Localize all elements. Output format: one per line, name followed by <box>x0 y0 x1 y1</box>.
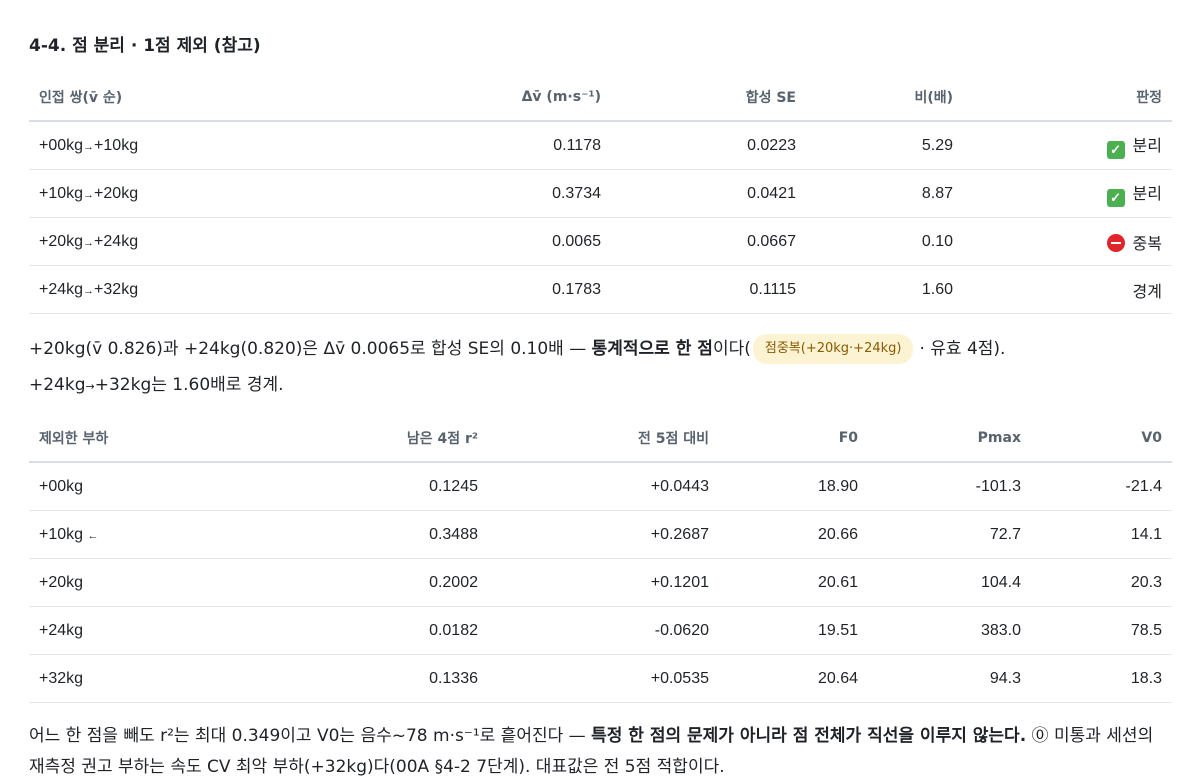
se-cell: 0.0223 <box>611 121 806 170</box>
dv-cell: 0.0065 <box>289 217 611 266</box>
pmax-cell: 383.0 <box>868 606 1031 655</box>
col-header-delta: 전 5점 대비 <box>488 415 719 463</box>
load-cell: +00kg <box>29 462 229 511</box>
f0-cell: 19.51 <box>719 606 868 655</box>
delta-cell: +0.0535 <box>488 654 719 703</box>
r2-cell: 0.2002 <box>229 558 488 607</box>
table-row: +32kg 0.1336 +0.0535 20.64 94.3 18.3 <box>29 654 1172 703</box>
best-marker: ← <box>87 529 99 542</box>
delta-cell: -0.0620 <box>488 606 719 655</box>
check-icon: ✓ <box>1106 141 1125 159</box>
delta-cell: +0.0443 <box>488 462 719 511</box>
v0-cell: 18.3 <box>1031 654 1172 703</box>
overlap-badge: 점중복(+20kg·+24kg) <box>752 334 914 364</box>
ratio-cell: 8.87 <box>806 169 963 218</box>
col-header-ratio: 비(배) <box>806 74 963 122</box>
se-cell: 0.0667 <box>611 217 806 266</box>
table-row: +24kg 0.0182 -0.0620 19.51 383.0 78.5 <box>29 606 1172 655</box>
f0-cell: 18.90 <box>719 462 868 511</box>
dv-cell: 0.3734 <box>289 169 611 218</box>
dv-cell: 0.1783 <box>289 265 611 314</box>
verdict-cell: ✓ 분리 <box>963 169 1172 218</box>
ratio-cell: 5.29 <box>806 121 963 170</box>
col-header-verdict: 판정 <box>963 74 1172 122</box>
table-header-row: 제외한 부하 남은 4점 r² 전 5점 대비 F0 Pmax V0 <box>29 415 1172 463</box>
col-header-excluded-load: 제외한 부하 <box>29 415 229 463</box>
section-title: 4-4. 점 분리 · 1점 제외 (참고) <box>29 36 261 56</box>
col-header-pmax: Pmax <box>868 415 1031 463</box>
pair-cell: +24kg→+32kg <box>29 265 289 314</box>
verdict-cell: 중복 <box>963 217 1172 266</box>
note-line-1: +20kg(v̄ 0.826)과 +24kg(0.820)은 Δv̄ 0.006… <box>29 331 1172 367</box>
col-header-v0: V0 <box>1031 415 1172 463</box>
note-line-2: +24kg→+32kg는 1.60배로 경계. <box>29 375 284 395</box>
v0-cell: 20.3 <box>1031 558 1172 607</box>
v0-cell: 14.1 <box>1031 510 1172 559</box>
v0-cell: -21.4 <box>1031 462 1172 511</box>
ratio-cell: 1.60 <box>806 265 963 314</box>
delta-cell: +0.2687 <box>488 510 719 559</box>
col-header-se: 합성 SE <box>611 74 806 122</box>
separation-table: 인접 쌍(v̄ 순) Δv̄ (m·s⁻¹) 합성 SE 비(배) 판정 +00… <box>29 74 1172 314</box>
se-cell: 0.0421 <box>611 169 806 218</box>
col-header-pair: 인접 쌍(v̄ 순) <box>29 74 289 122</box>
verdict-cell: ✓ 분리 <box>963 121 1172 170</box>
check-icon: ✓ <box>1106 189 1125 207</box>
pmax-cell: 72.7 <box>868 510 1031 559</box>
load-cell: +24kg <box>29 606 229 655</box>
table-row: +20kg→+24kg 0.0065 0.0667 0.10 중복 <box>29 217 1172 266</box>
pair-cell: +00kg→+10kg <box>29 121 289 170</box>
exclusion-table: 제외한 부하 남은 4점 r² 전 5점 대비 F0 Pmax V0 +00kg… <box>29 415 1172 703</box>
table-row: +00kg 0.1245 +0.0443 18.90 -101.3 -21.4 <box>29 462 1172 511</box>
table-row: +10kg→+20kg 0.3734 0.0421 8.87 ✓ 분리 <box>29 169 1172 218</box>
load-cell: +10kg ← <box>29 510 229 559</box>
delta-cell: +0.1201 <box>488 558 719 607</box>
table-header-row: 인접 쌍(v̄ 순) Δv̄ (m·s⁻¹) 합성 SE 비(배) 판정 <box>29 74 1172 122</box>
load-cell: +32kg <box>29 654 229 703</box>
table-row: +20kg 0.2002 +0.1201 20.61 104.4 20.3 <box>29 558 1172 607</box>
f0-cell: 20.64 <box>719 654 868 703</box>
exclusion-note: 어느 한 점을 빼도 r²는 최대 0.349이고 V0는 음수~78 m·s⁻… <box>29 726 1154 777</box>
separation-note: +20kg(v̄ 0.826)과 +24kg(0.820)은 Δv̄ 0.006… <box>29 331 1172 405</box>
r2-cell: 0.1336 <box>229 654 488 703</box>
r2-cell: 0.1245 <box>229 462 488 511</box>
r2-cell: 0.0182 <box>229 606 488 655</box>
dv-cell: 0.1178 <box>289 121 611 170</box>
col-header-f0: F0 <box>719 415 868 463</box>
col-header-r2: 남은 4점 r² <box>229 415 488 463</box>
f0-cell: 20.61 <box>719 558 868 607</box>
f0-cell: 20.66 <box>719 510 868 559</box>
pmax-cell: 94.3 <box>868 654 1031 703</box>
se-cell: 0.1115 <box>611 265 806 314</box>
pmax-cell: -101.3 <box>868 462 1031 511</box>
verdict-cell: 경계 <box>963 265 1172 314</box>
table-row: +24kg→+32kg 0.1783 0.1115 1.60 경계 <box>29 265 1172 314</box>
stop-icon <box>1106 233 1125 252</box>
table-row: +00kg→+10kg 0.1178 0.0223 5.29 ✓ 분리 <box>29 121 1172 170</box>
table-row: +10kg ← 0.3488 +0.2687 20.66 72.7 14.1 <box>29 510 1172 559</box>
col-header-dv: Δv̄ (m·s⁻¹) <box>289 74 611 122</box>
load-cell: +20kg <box>29 558 229 607</box>
pair-cell: +10kg→+20kg <box>29 169 289 218</box>
pmax-cell: 104.4 <box>868 558 1031 607</box>
r2-cell: 0.3488 <box>229 510 488 559</box>
v0-cell: 78.5 <box>1031 606 1172 655</box>
ratio-cell: 0.10 <box>806 217 963 266</box>
pair-cell: +20kg→+24kg <box>29 217 289 266</box>
